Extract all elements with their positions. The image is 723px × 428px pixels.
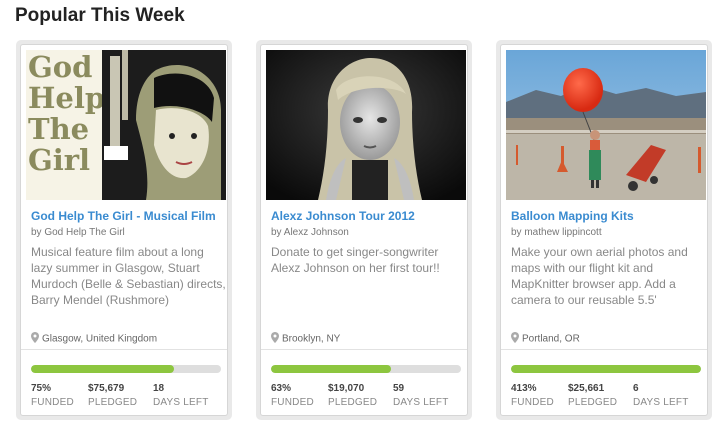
project-stats: 63% FUNDED $19,070 PLEDGED 59 DAYS LEFT <box>271 383 466 415</box>
stat-label: PLEDGED <box>88 397 138 408</box>
stat-value: 18 <box>153 383 165 394</box>
location-pin-icon <box>271 332 279 346</box>
project-title-link[interactable]: Alexz Johnson Tour 2012 <box>271 209 415 223</box>
poster-word: Help <box>28 81 105 115</box>
project-card[interactable]: Alexz Johnson Tour 2012 by Alexz Johnson… <box>260 44 468 416</box>
stat-label: PLEDGED <box>328 397 378 408</box>
project-thumbnail[interactable] <box>266 50 466 200</box>
stat-value: 75% <box>31 383 52 394</box>
portrait-photo-image <box>266 50 466 200</box>
illustration-image: God Help The Girl <box>26 50 226 200</box>
stat-label: FUNDED <box>271 397 314 408</box>
stat-value: $75,679 <box>88 383 125 394</box>
stat-pledged: $19,070 PLEDGED <box>328 383 377 408</box>
stat-days-left: 18 DAYS LEFT <box>153 383 209 408</box>
stat-funded: 413% FUNDED <box>511 383 554 408</box>
location-pin-icon <box>511 332 519 346</box>
section-title: Popular This Week <box>15 5 185 26</box>
stat-pledged: $25,661 PLEDGED <box>568 383 617 408</box>
poster-word: Girl <box>28 143 90 177</box>
project-card-frame: Alexz Johnson Tour 2012 by Alexz Johnson… <box>256 40 472 420</box>
stat-days-left: 59 DAYS LEFT <box>393 383 449 408</box>
funding-progress-fill <box>271 365 391 373</box>
project-stats: 75% FUNDED $75,679 PLEDGED 18 DAYS LEFT <box>31 383 226 415</box>
stat-value: 6 <box>633 383 639 394</box>
stat-value: 59 <box>393 383 405 394</box>
project-blurb: Donate to get singer-songwriter Alexz Jo… <box>271 245 440 275</box>
funding-progress-bar <box>271 365 461 373</box>
card-divider <box>21 349 227 350</box>
project-title-link[interactable]: Balloon Mapping Kits <box>511 209 634 223</box>
stat-pledged: $75,679 PLEDGED <box>88 383 137 408</box>
project-location-link[interactable]: Portland, OR <box>511 332 580 346</box>
stat-label: FUNDED <box>511 397 554 408</box>
stat-days-left: 6 DAYS LEFT <box>633 383 689 408</box>
project-location-link[interactable]: Brooklyn, NY <box>271 332 340 346</box>
project-title-link[interactable]: God Help The Girl - Musical Film <box>31 209 216 223</box>
project-location-link[interactable]: Glasgow, United Kingdom <box>31 332 157 346</box>
project-card[interactable]: Balloon Mapping Kits by mathew lippincot… <box>500 44 708 416</box>
project-thumbnail[interactable]: God Help The Girl <box>26 50 226 200</box>
poster-word: God <box>28 50 92 84</box>
stat-value: 413% <box>511 383 537 394</box>
stat-label: PLEDGED <box>568 397 618 408</box>
stat-value: $19,070 <box>328 383 365 394</box>
project-byline: by Alexz Johnson <box>271 227 349 238</box>
stat-label: DAYS LEFT <box>393 397 449 408</box>
funding-progress-fill <box>31 365 174 373</box>
stat-funded: 63% FUNDED <box>271 383 314 408</box>
balloon-photo-image <box>506 50 706 200</box>
project-card[interactable]: God Help The Girl God Help The Girl - Mu… <box>20 44 228 416</box>
stat-label: DAYS LEFT <box>633 397 689 408</box>
project-blurb: Make your own aerial photos and maps wit… <box>511 245 688 307</box>
project-blurb: Musical feature film about a long lazy s… <box>31 245 226 307</box>
project-card-frame: God Help The Girl God Help The Girl - Mu… <box>16 40 232 420</box>
stat-value: 63% <box>271 383 292 394</box>
stat-value: $25,661 <box>568 383 605 394</box>
location-pin-icon <box>31 332 39 346</box>
card-divider <box>501 349 707 350</box>
stat-label: DAYS LEFT <box>153 397 209 408</box>
project-byline: by mathew lippincott <box>511 227 602 238</box>
project-byline: by God Help The Girl <box>31 227 125 238</box>
project-stats: 413% FUNDED $25,661 PLEDGED 6 DAYS LEFT <box>511 383 706 415</box>
card-divider <box>261 349 467 350</box>
project-thumbnail[interactable] <box>506 50 706 200</box>
poster-word: The <box>28 112 89 146</box>
location-label: Portland, OR <box>522 333 580 345</box>
stat-label: FUNDED <box>31 397 74 408</box>
project-card-frame: Balloon Mapping Kits by mathew lippincot… <box>496 40 712 420</box>
stat-funded: 75% FUNDED <box>31 383 74 408</box>
funding-progress-bar <box>511 365 701 373</box>
location-label: Glasgow, United Kingdom <box>42 333 158 345</box>
funding-progress-fill <box>511 365 701 373</box>
funding-progress-bar <box>31 365 221 373</box>
location-label: Brooklyn, NY <box>282 333 341 345</box>
